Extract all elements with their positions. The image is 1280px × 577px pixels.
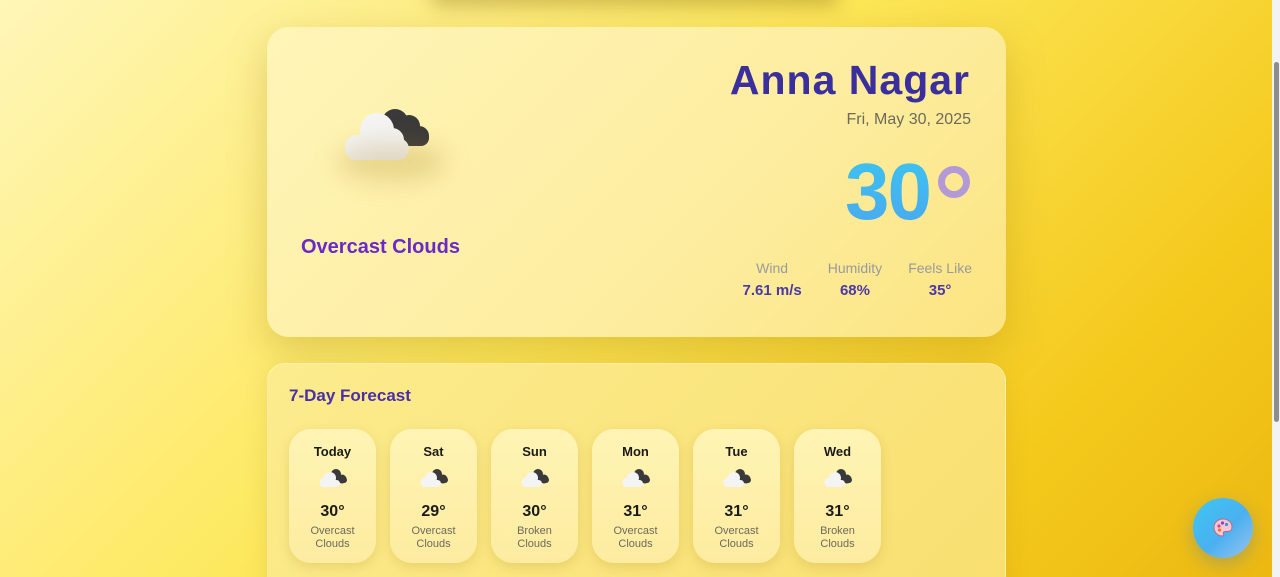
stat-value: 7.61 m/s xyxy=(742,282,802,299)
stat-value: 35° xyxy=(928,282,952,299)
page-scrollbar[interactable] xyxy=(1272,0,1280,577)
current-condition: Overcast Clouds xyxy=(301,236,460,258)
day-name: Sun xyxy=(522,444,547,459)
forecast-day[interactable]: Tue 31° Overcast Clouds xyxy=(693,429,780,563)
day-temp: 31° xyxy=(825,503,850,520)
day-name: Wed xyxy=(823,444,852,459)
overcast-clouds-icon xyxy=(319,469,347,487)
day-temp: 29° xyxy=(421,503,446,520)
forecast-day[interactable]: Sat 29° Overcast Clouds xyxy=(390,429,477,563)
stat-wind: Wind 7.61 m/s xyxy=(743,260,802,299)
stat-label: Feels Like xyxy=(908,260,972,276)
day-temp: 30° xyxy=(320,503,345,520)
day-desc: Overcast Clouds xyxy=(714,525,759,550)
day-desc: Overcast Clouds xyxy=(613,525,658,550)
forecast-card: 7-Day Forecast Today 30° Overcast Clouds… xyxy=(267,363,1006,577)
day-temp: 30° xyxy=(522,503,547,520)
forecast-title: 7-Day Forecast xyxy=(289,386,411,405)
overcast-clouds-icon xyxy=(723,469,751,487)
stat-feels-like: Feels Like 35° xyxy=(908,260,972,299)
day-name: Sat xyxy=(423,444,444,459)
stat-value: 68% xyxy=(839,282,870,299)
degree-symbol xyxy=(938,166,970,198)
overcast-clouds-icon xyxy=(622,469,650,487)
day-temp: 31° xyxy=(623,503,648,520)
theme-toggle-button[interactable] xyxy=(1193,498,1253,558)
city-name: Anna Nagar xyxy=(729,57,970,103)
palette-icon xyxy=(1213,518,1233,537)
day-name: Mon xyxy=(622,444,649,459)
overcast-clouds-icon xyxy=(420,469,448,487)
day-desc: Overcast Clouds xyxy=(411,525,456,550)
day-name: Tue xyxy=(725,444,748,459)
day-name: Today xyxy=(313,444,352,459)
forecast-day[interactable]: Sun 30° Broken Clouds xyxy=(491,429,578,563)
forecast-day[interactable]: Today 30° Overcast Clouds xyxy=(289,429,376,563)
forecast-day[interactable]: Wed 31° Broken Clouds xyxy=(794,429,881,563)
forecast-day[interactable]: Mon 31° Overcast Clouds xyxy=(592,429,679,563)
stat-humidity: Humidity 68% xyxy=(828,260,882,299)
stat-label: Humidity xyxy=(827,260,883,276)
scrollbar-thumb[interactable] xyxy=(1274,62,1279,422)
overcast-clouds-icon xyxy=(337,102,437,172)
day-temp: 31° xyxy=(724,503,749,520)
forecast-days: Today 30° Overcast Clouds Sat 29° Overca… xyxy=(289,429,881,563)
broken-clouds-icon xyxy=(824,469,852,487)
day-desc: Broken Clouds xyxy=(820,525,855,550)
weather-stats: Wind 7.61 m/s Humidity 68% Feels Like 35… xyxy=(743,260,973,299)
day-desc: Broken Clouds xyxy=(517,525,552,550)
day-desc: Overcast Clouds xyxy=(310,525,355,550)
current-date: Fri, May 30, 2025 xyxy=(846,111,972,128)
current-weather-card: Overcast Clouds Anna Nagar Fri, May 30, … xyxy=(267,27,1006,337)
broken-clouds-icon xyxy=(521,469,549,487)
stat-label: Wind xyxy=(756,260,789,276)
